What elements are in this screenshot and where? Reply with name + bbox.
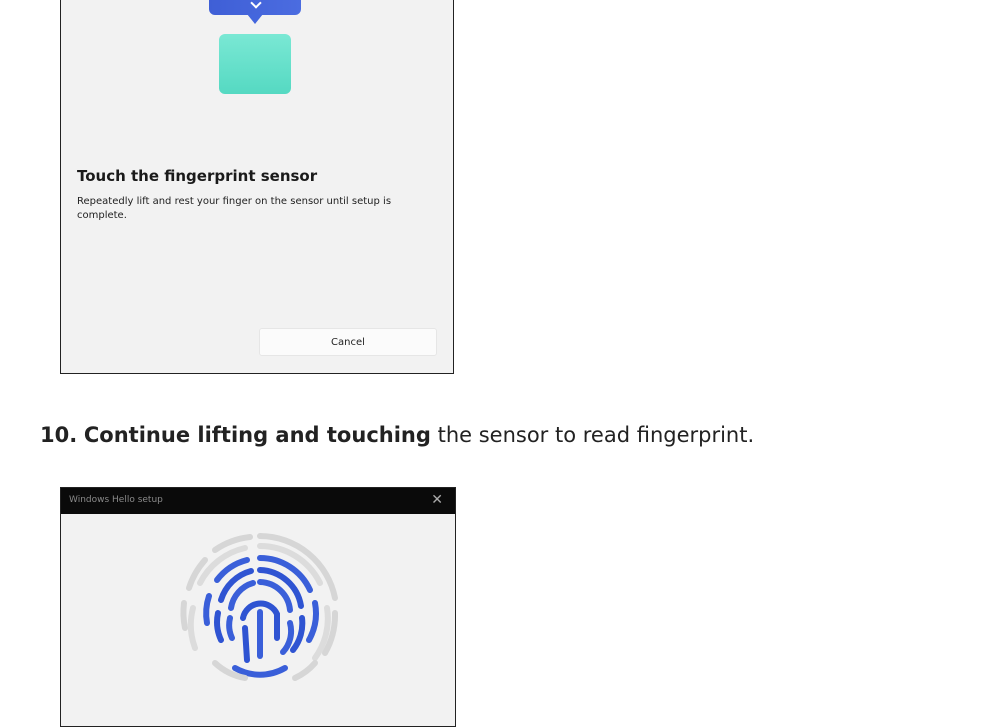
fingerprint-icon [180, 533, 339, 681]
dialog-title: Touch the fingerprint sensor [77, 167, 318, 185]
step-bold-text: Continue lifting and touching [83, 423, 431, 447]
step-instruction: 10. Continue lifting and touching the se… [40, 423, 754, 447]
windows-hello-setup-dialog: Windows Hello setup ✕ [60, 487, 456, 727]
fingerprint-setup-dialog-1: Touch the fingerprint sensor Repeatedly … [60, 0, 454, 374]
dialog-description: Repeatedly lift and rest your finger on … [77, 196, 392, 221]
step-number: 10. [40, 423, 78, 447]
window-title: Windows Hello setup [69, 495, 163, 505]
title-bar: Windows Hello setup ✕ [61, 488, 455, 514]
speech-bubble-tail [247, 14, 263, 24]
fingerprint-sensor-icon [219, 34, 291, 94]
step-rest-text: the sensor to read fingerprint. [430, 423, 755, 447]
close-icon[interactable]: ✕ [431, 492, 443, 508]
cancel-button[interactable]: Cancel [259, 328, 437, 356]
